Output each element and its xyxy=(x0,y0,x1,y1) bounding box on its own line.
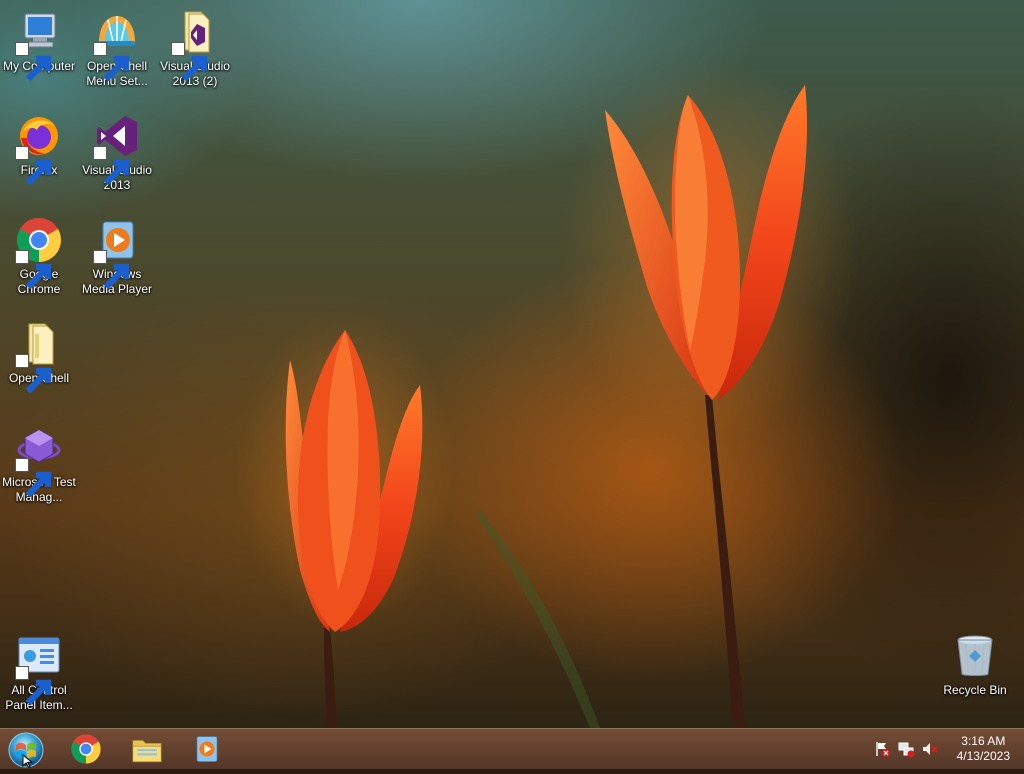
desktop-icon-microsoft-test-manager[interactable]: Microsoft Test Manag... xyxy=(0,424,78,505)
taskbar-media-player[interactable] xyxy=(181,731,233,767)
control-panel-icon xyxy=(15,632,63,706)
shortcut-arrow-icon xyxy=(15,250,52,290)
desktop-icon-firefox[interactable]: Firefox xyxy=(0,112,78,186)
taskbar-file-explorer[interactable] xyxy=(121,731,173,767)
desktop-icon-my-computer[interactable]: My Computer xyxy=(0,8,78,82)
shortcut-arrow-icon xyxy=(93,146,130,186)
desktop-icon-open-shell-menu-settings[interactable]: Open-Shell Menu Set... xyxy=(78,8,156,89)
test-manager-icon xyxy=(15,424,63,498)
file-explorer-icon xyxy=(132,740,162,763)
folder-icon xyxy=(15,320,63,394)
clock[interactable]: 3:16 AM 4/13/2023 xyxy=(957,734,1010,764)
recycle-bin-icon xyxy=(951,632,999,680)
shortcut-arrow-icon xyxy=(171,42,208,82)
icon-label: Recycle Bin xyxy=(943,683,1007,697)
folder-icon xyxy=(171,8,219,82)
media-player-icon xyxy=(196,736,218,762)
desktop-icon-open-shell[interactable]: Open-Shell xyxy=(0,320,78,394)
chrome-icon xyxy=(71,734,101,764)
shortcut-arrow-icon xyxy=(93,42,130,82)
taskbar-chrome[interactable] xyxy=(60,731,112,767)
desktop-icon-all-control-panel-items[interactable]: All Control Panel Item... xyxy=(0,632,78,713)
shortcut-arrow-icon xyxy=(15,354,52,394)
action-center-flag-icon[interactable] xyxy=(873,740,891,758)
mouse-cursor-icon xyxy=(22,754,34,768)
desktop-icon-visual-studio-2013[interactable]: Visual Studio 2013 xyxy=(78,112,156,193)
system-tray xyxy=(870,729,942,769)
visual-studio-icon xyxy=(93,112,141,186)
shortcut-arrow-icon xyxy=(15,42,52,82)
desktop-icon-visual-studio-2013-2[interactable]: Visual Studio 2013 (2) xyxy=(156,8,234,89)
taskbar: 3:16 AM 4/13/2023 xyxy=(0,728,1024,769)
shortcut-arrow-icon xyxy=(15,666,52,706)
desktop[interactable]: My Computer Firefox Google Chrome Open-S… xyxy=(0,0,1024,728)
media-player-icon xyxy=(93,216,141,290)
shortcut-arrow-icon xyxy=(15,146,52,186)
clock-date: 4/13/2023 xyxy=(956,749,1010,763)
firefox-icon xyxy=(15,112,63,186)
volume-muted-icon[interactable] xyxy=(921,740,939,758)
shortcut-arrow-icon xyxy=(93,250,130,290)
wallpaper-tulips xyxy=(235,60,860,728)
computer-icon xyxy=(15,8,63,82)
clock-time: 3:16 AM xyxy=(961,734,1006,748)
shortcut-arrow-icon xyxy=(15,458,52,498)
desktop-icon-recycle-bin[interactable]: Recycle Bin xyxy=(936,632,1014,698)
chrome-icon xyxy=(15,216,63,290)
desktop-icon-google-chrome[interactable]: Google Chrome xyxy=(0,216,78,297)
network-icon[interactable] xyxy=(897,740,915,758)
open-shell-icon xyxy=(93,8,141,82)
desktop-icon-windows-media-player[interactable]: Windows Media Player xyxy=(78,216,156,297)
